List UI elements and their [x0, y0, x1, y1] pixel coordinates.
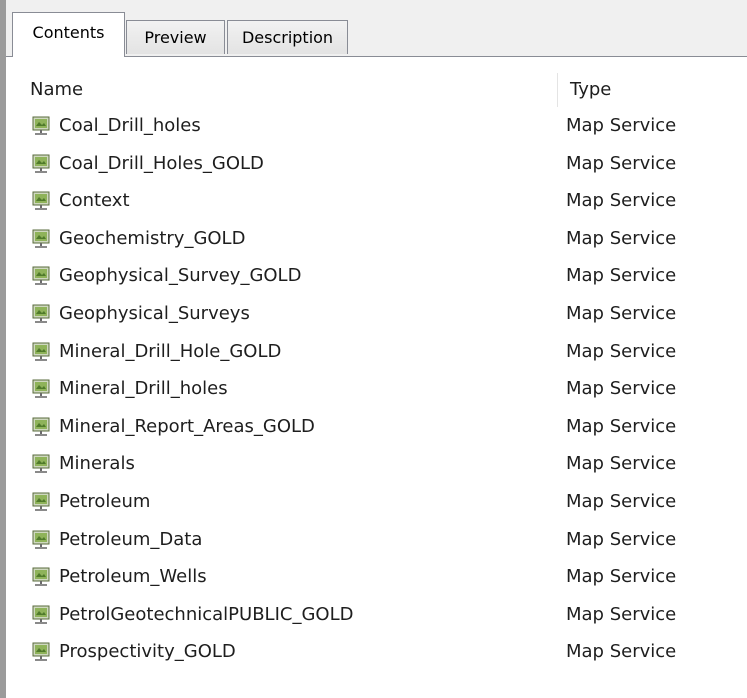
item-type: Map Service	[566, 190, 677, 212]
item-type: Map Service	[566, 491, 677, 512]
item-name: Coal_Drill_holes	[59, 115, 201, 136]
item-type: Map Service	[566, 528, 677, 550]
item-type: Map Service	[566, 453, 677, 475]
item-name: Geochemistry_GOLD	[59, 227, 246, 249]
tab-strip: Contents Preview Description	[6, 0, 747, 57]
item-name: Petroleum	[59, 491, 151, 512]
map-service-icon	[31, 492, 51, 512]
list-item[interactable]: Context Map Service	[6, 184, 747, 218]
item-name: Mineral_Report_Areas_GOLD	[59, 415, 315, 437]
list-item[interactable]: Coal_Drill_holes Map Service	[6, 109, 747, 143]
item-type: Map Service	[566, 303, 677, 324]
item-name: Petroleum_Wells	[59, 566, 207, 588]
item-type: Map Service	[566, 340, 677, 362]
item-type: Map Service	[566, 603, 677, 625]
map-service-icon	[31, 567, 51, 587]
item-name: Mineral_Drill_holes	[59, 378, 228, 400]
map-service-icon	[31, 642, 51, 662]
map-service-icon	[31, 605, 51, 625]
column-separator[interactable]	[557, 73, 558, 107]
list-item[interactable]: Geophysical_Surveys Map Service	[6, 297, 747, 331]
map-service-icon	[31, 116, 51, 136]
item-type: Map Service	[566, 641, 677, 663]
item-type: Map Service	[566, 566, 677, 588]
list-item[interactable]: Geochemistry_GOLD Map Service	[6, 222, 747, 256]
item-name: Context	[59, 190, 130, 212]
item-name: Petroleum_Data	[59, 528, 203, 550]
item-name: Prospectivity_GOLD	[59, 641, 236, 663]
list-item[interactable]: Petroleum_Wells Map Service	[6, 560, 747, 594]
column-header-name[interactable]: Name	[30, 79, 83, 100]
list-item[interactable]: Coal_Drill_Holes_GOLD Map Service	[6, 147, 747, 181]
item-type: Map Service	[566, 115, 677, 136]
item-type: Map Service	[566, 152, 677, 174]
item-type: Map Service	[566, 415, 677, 437]
tab-description[interactable]: Description	[227, 20, 348, 54]
map-service-icon	[31, 229, 51, 249]
tab-preview[interactable]: Preview	[126, 20, 225, 54]
map-service-icon	[31, 191, 51, 211]
list-item[interactable]: Prospectivity_GOLD Map Service	[6, 635, 747, 669]
list-item[interactable]: Petroleum Map Service	[6, 485, 747, 519]
item-name: PetrolGeotechnicalPUBLIC_GOLD	[59, 603, 354, 625]
list-header: Name Type	[6, 73, 747, 107]
map-service-icon	[31, 266, 51, 286]
item-type: Map Service	[566, 265, 677, 287]
map-service-icon	[31, 154, 51, 174]
column-header-type[interactable]: Type	[570, 79, 611, 100]
item-name: Geophysical_Survey_GOLD	[59, 265, 302, 287]
contents-panel: Name Type Coal_Drill_holes Map Service Coa…	[6, 57, 747, 698]
list-item[interactable]: Geophysical_Survey_GOLD Map Service	[6, 259, 747, 293]
list-item[interactable]: Petroleum_Data Map Service	[6, 523, 747, 557]
list-item[interactable]: PetrolGeotechnicalPUBLIC_GOLD Map Service	[6, 598, 747, 632]
list-item[interactable]: Mineral_Drill_holes Map Service	[6, 372, 747, 406]
map-service-icon	[31, 379, 51, 399]
item-name: Coal_Drill_Holes_GOLD	[59, 152, 264, 174]
item-type: Map Service	[566, 378, 677, 400]
list-item[interactable]: Minerals Map Service	[6, 447, 747, 481]
list-item[interactable]: Mineral_Drill_Hole_GOLD Map Service	[6, 335, 747, 369]
item-type: Map Service	[566, 227, 677, 249]
tab-contents[interactable]: Contents	[12, 12, 125, 57]
map-service-icon	[31, 454, 51, 474]
item-name: Minerals	[59, 453, 135, 475]
map-service-icon	[31, 417, 51, 437]
map-service-icon	[31, 304, 51, 324]
item-name: Mineral_Drill_Hole_GOLD	[59, 340, 282, 362]
map-service-icon	[31, 342, 51, 362]
map-service-icon	[31, 530, 51, 550]
list-item[interactable]: Mineral_Report_Areas_GOLD Map Service	[6, 410, 747, 444]
item-name: Geophysical_Surveys	[59, 303, 250, 324]
